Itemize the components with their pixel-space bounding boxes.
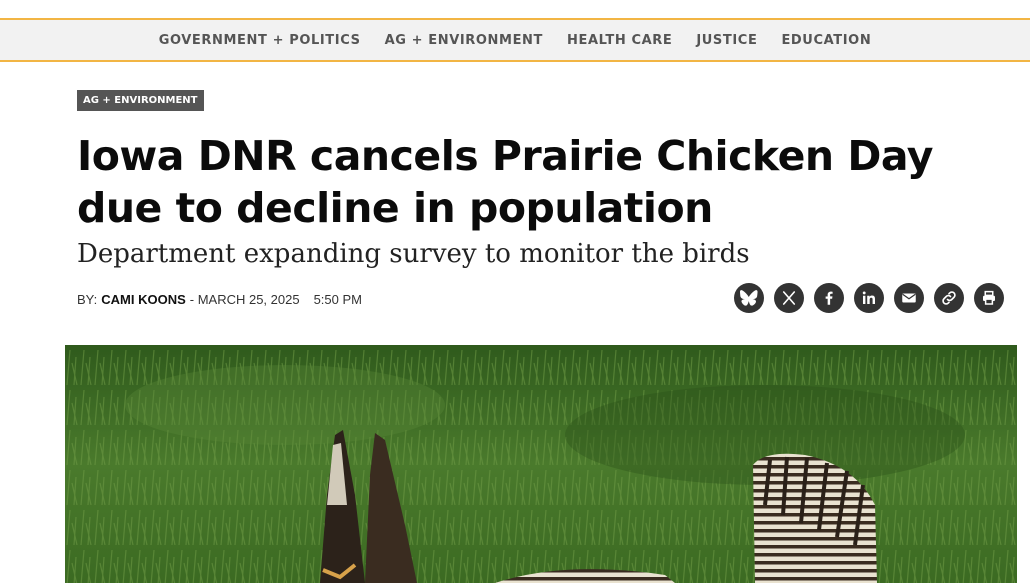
- article-photo: [65, 345, 1017, 583]
- nav-item-education[interactable]: EDUCATION: [781, 33, 871, 48]
- linkedin-icon: [862, 291, 875, 304]
- print-button[interactable]: [974, 283, 1004, 313]
- nav-item-health-care[interactable]: HEALTH CARE: [567, 33, 672, 48]
- share-bluesky-button[interactable]: [734, 283, 764, 313]
- print-icon: [983, 290, 995, 305]
- prairie-chicken-photo: [65, 345, 1017, 583]
- share-x-button[interactable]: [774, 283, 804, 313]
- facebook-icon: [825, 291, 833, 305]
- link-icon: [942, 291, 956, 305]
- share-email-button[interactable]: [894, 283, 924, 313]
- bluesky-icon: [740, 290, 758, 306]
- share-linkedin-button[interactable]: [854, 283, 884, 313]
- nav-item-government-politics[interactable]: GOVERNMENT + POLITICS: [159, 33, 361, 48]
- byline-author[interactable]: CAMI KOONS: [101, 292, 186, 307]
- byline-prefix: BY:: [77, 291, 98, 307]
- email-icon: [902, 293, 916, 303]
- article-headline: Iowa DNR cancels Prairie Chicken Day due…: [77, 132, 934, 232]
- nav-item-ag-environment[interactable]: AG + ENVIRONMENT: [385, 33, 543, 48]
- byline-time: 5:50 PM: [313, 291, 362, 307]
- article-subhead: Department expanding survey to monitor t…: [77, 239, 750, 269]
- x-icon: [782, 291, 796, 305]
- share-facebook-button[interactable]: [814, 283, 844, 313]
- share-bar: [734, 283, 1004, 313]
- byline: BY: CAMI KOONS - MARCH 25, 2025 5:50 PM: [77, 290, 362, 308]
- category-tag[interactable]: AG + ENVIRONMENT: [77, 90, 204, 111]
- copy-link-button[interactable]: [934, 283, 964, 313]
- byline-date: - MARCH 25, 2025: [189, 291, 300, 307]
- section-nav: GOVERNMENT + POLITICS AG + ENVIRONMENT H…: [0, 18, 1030, 62]
- nav-item-justice[interactable]: JUSTICE: [696, 33, 757, 48]
